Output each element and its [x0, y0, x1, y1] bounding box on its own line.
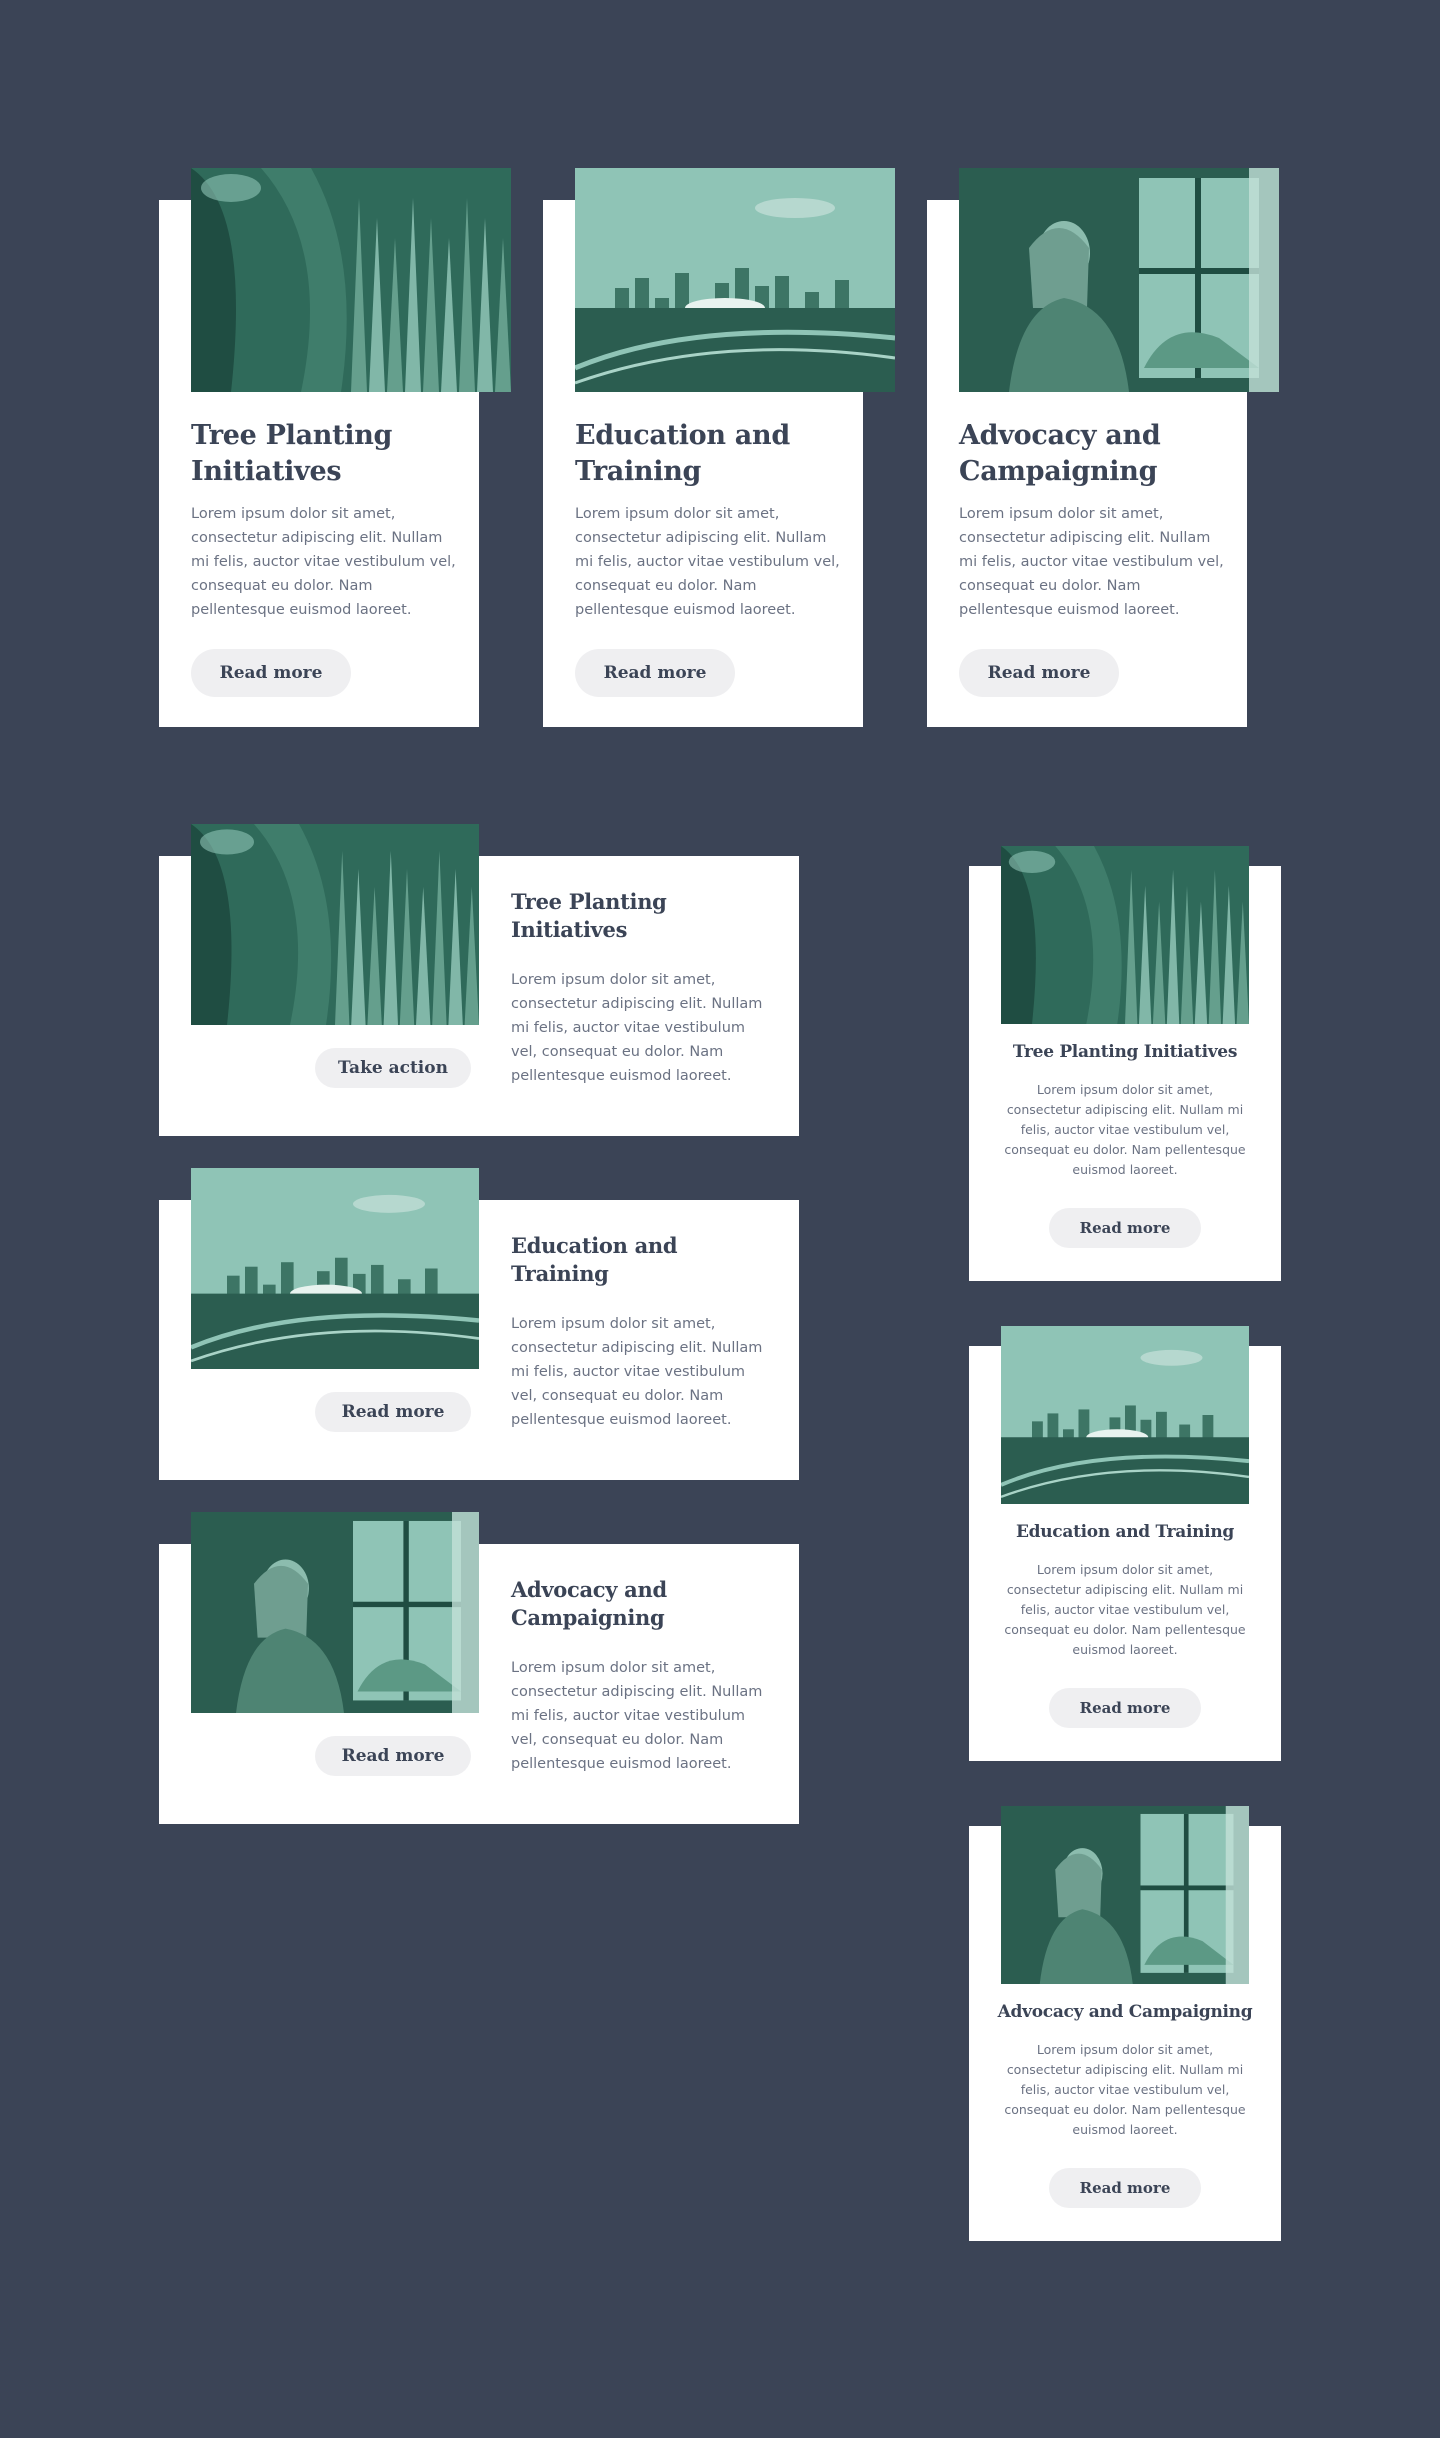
card-description: Lorem ipsum dolor sit amet, consectetur … [511, 1316, 763, 1428]
card-title: Advocacy and Campaigning [997, 2002, 1253, 2022]
card-education-training: Education and Training Lorem ipsum dolor… [543, 168, 895, 727]
city-skyline-photo [191, 1168, 479, 1369]
card-description: Lorem ipsum dolor sit amet, consectetur … [1004, 1082, 1246, 1177]
card-education-training-compact: Education and Training Lorem ipsum dolor… [969, 1326, 1281, 1761]
city-skyline-photo [1001, 1326, 1249, 1504]
woman-window-photo [1001, 1806, 1249, 1984]
card-title: Tree Planting Initiatives [1012, 1042, 1238, 1062]
read-more-button[interactable]: Read more [1049, 1208, 1201, 1248]
card-title: Tree Planting Initiatives [191, 420, 393, 487]
card-tree-planting: Tree Planting Initiatives Lorem ipsum do… [159, 168, 511, 727]
read-more-button[interactable]: Read more [959, 649, 1119, 697]
read-more-button[interactable]: Read more [315, 1392, 471, 1432]
card-description: Lorem ipsum dolor sit amet, consectetur … [1004, 2042, 1246, 2137]
card-title: Tree Planting Initiatives [511, 889, 667, 942]
card-description: Lorem ipsum dolor sit amet, consectetur … [511, 1660, 763, 1772]
plant-photo [191, 168, 511, 392]
card-title: Education and Training [511, 1233, 678, 1286]
card-description: Lorem ipsum dolor sit amet, consectetur … [1004, 1562, 1246, 1657]
card-advocacy-campaigning-compact: Advocacy and Campaigning Lorem ipsum dol… [969, 1806, 1281, 2241]
card-title: Advocacy and Campaigning [959, 420, 1161, 487]
card-advocacy-campaigning-horizontal: Advocacy and Campaigning Lorem ipsum dol… [159, 1512, 799, 1824]
card-description: Lorem ipsum dolor sit amet, consectetur … [191, 506, 456, 618]
card-title: Advocacy and Campaigning [511, 1577, 667, 1630]
card-advocacy-campaigning: Advocacy and Campaigning Lorem ipsum dol… [927, 168, 1279, 727]
plant-photo [191, 824, 479, 1025]
read-more-button[interactable]: Read more [191, 649, 351, 697]
read-more-button[interactable]: Read more [315, 1736, 471, 1776]
card-description: Lorem ipsum dolor sit amet, consectetur … [959, 506, 1224, 618]
card-title: Education and Training [575, 420, 790, 487]
woman-window-photo [959, 168, 1279, 392]
read-more-button[interactable]: Read more [575, 649, 735, 697]
city-skyline-photo [575, 168, 895, 392]
plant-photo [1001, 846, 1249, 1024]
card-tree-planting-compact: Tree Planting Initiatives Lorem ipsum do… [969, 846, 1281, 1281]
read-more-button[interactable]: Read more [1049, 1688, 1201, 1728]
take-action-button[interactable]: Take action [315, 1048, 471, 1088]
card-description: Lorem ipsum dolor sit amet, consectetur … [575, 506, 840, 618]
card-education-training-horizontal: Education and Training Lorem ipsum dolor… [159, 1168, 799, 1480]
card-title: Education and Training [1016, 1522, 1234, 1542]
woman-window-photo [191, 1512, 479, 1713]
card-tree-planting-horizontal: Tree Planting Initiatives Lorem ipsum do… [159, 824, 799, 1136]
card-description: Lorem ipsum dolor sit amet, consectetur … [511, 972, 763, 1084]
read-more-button[interactable]: Read more [1049, 2168, 1201, 2208]
